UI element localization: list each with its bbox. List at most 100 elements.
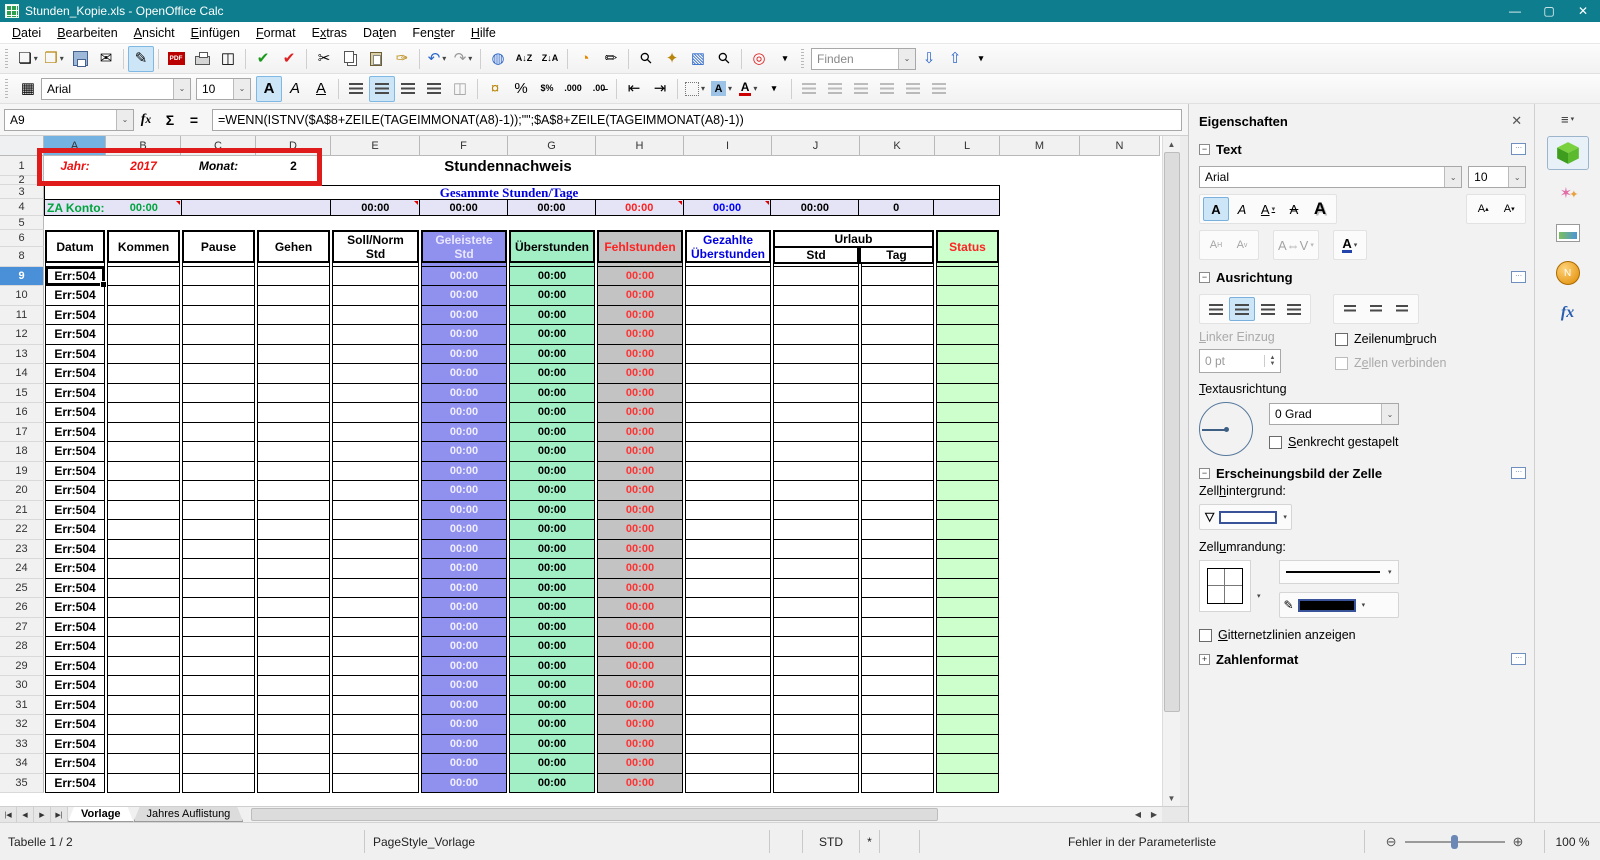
menu-fenster[interactable]: Fenster — [404, 24, 462, 42]
font-color-icon[interactable]: A ▾ — [735, 76, 761, 102]
cell-E14[interactable] — [331, 364, 420, 384]
cell-D28[interactable] — [256, 637, 331, 657]
cell-G25[interactable]: 00:00 — [508, 578, 596, 598]
cell-K24[interactable] — [860, 559, 935, 579]
cell-I18[interactable] — [684, 442, 772, 462]
sidebar-font-size-combo[interactable]: 10 ⌄ — [1468, 166, 1527, 188]
cell-F29[interactable]: 00:00 — [420, 656, 508, 676]
sidebar-shadow-button[interactable]: A — [1307, 197, 1333, 221]
cell-C22[interactable] — [181, 520, 256, 540]
cell-G28[interactable]: 00:00 — [508, 637, 596, 657]
cell-C34[interactable] — [181, 754, 256, 774]
cell-E34[interactable] — [331, 754, 420, 774]
cell-D19[interactable] — [256, 461, 331, 481]
print-icon[interactable] — [189, 46, 215, 72]
rotation-angle-combo[interactable]: 0 Grad ⌄ — [1269, 403, 1399, 425]
cell-C17[interactable] — [181, 422, 256, 442]
header-a[interactable]: Datum — [45, 230, 105, 263]
cell-I24[interactable] — [684, 559, 772, 579]
cell-G12[interactable]: 00:00 — [508, 325, 596, 345]
function-wizard-button[interactable]: fx — [134, 108, 158, 132]
cell-E22[interactable] — [331, 520, 420, 540]
chevron-down-icon[interactable]: ⌄ — [233, 78, 250, 99]
cell-J13[interactable] — [772, 344, 860, 364]
cell-H21[interactable]: 00:00 — [596, 500, 684, 520]
cell-H19[interactable]: 00:00 — [596, 461, 684, 481]
formula-input[interactable]: =WENN(ISTNV($A$8+ZEILE(TAGEIMMONAT(A8)-1… — [212, 108, 1182, 131]
collapse-icon[interactable]: − — [1199, 271, 1210, 283]
header-urlaub[interactable]: Urlaub Std Tag — [773, 230, 934, 264]
cell-I27[interactable] — [684, 617, 772, 637]
undo-icon[interactable]: ↶ ▾ — [424, 46, 450, 72]
cell-H16[interactable]: 00:00 — [596, 403, 684, 423]
cell-J18[interactable] — [772, 442, 860, 462]
cell-K26[interactable] — [860, 598, 935, 618]
cell-G21[interactable]: 00:00 — [508, 500, 596, 520]
cell-L15[interactable] — [935, 383, 1000, 403]
cell-F10[interactable]: 00:00 — [420, 286, 508, 306]
cell-I10[interactable] — [684, 286, 772, 306]
cell-L35[interactable] — [935, 773, 1000, 793]
scroll-left-icon[interactable]: ◀ — [1130, 807, 1146, 822]
row-header-6[interactable]: 6 — [0, 230, 44, 247]
column-header-H[interactable]: H — [596, 136, 684, 156]
cell-A22[interactable]: Err:504 — [44, 520, 106, 540]
menu-ansicht[interactable]: Ansicht — [126, 24, 183, 42]
cell-C25[interactable] — [181, 578, 256, 598]
cell-A35[interactable]: Err:504 — [44, 773, 106, 793]
row-header-25[interactable]: 25 — [0, 578, 44, 598]
cell-B12[interactable] — [106, 325, 181, 345]
cell-C21[interactable] — [181, 500, 256, 520]
auto-spellcheck-icon[interactable]: ✔ — [276, 46, 302, 72]
sheet-tab-jahres-auflistung[interactable]: Jahres Auflistung — [134, 807, 244, 822]
menu-extras[interactable]: Extras — [304, 24, 355, 42]
cell-G11[interactable]: 00:00 — [508, 305, 596, 325]
cell-J35[interactable] — [772, 773, 860, 793]
dropdown-arrow-icon[interactable]: ▾ — [753, 84, 757, 93]
cell-I28[interactable] — [684, 637, 772, 657]
dropdown-arrow-icon[interactable]: ▾ — [701, 84, 705, 93]
object-center-vertical-icon[interactable] — [900, 76, 926, 102]
sidebar-tab-gallery[interactable] — [1547, 216, 1589, 250]
header-c[interactable]: Pause — [182, 230, 255, 263]
cell-G33[interactable]: 00:00 — [508, 734, 596, 754]
chevron-down-icon[interactable]: ⌄ — [173, 78, 190, 99]
row-header-33[interactable]: 33 — [0, 734, 44, 754]
percent-format-icon[interactable]: % — [508, 76, 534, 102]
cell-F4[interactable]: 00:00 — [420, 200, 509, 215]
cell-B33[interactable] — [106, 734, 181, 754]
cell-H24[interactable]: 00:00 — [596, 559, 684, 579]
cell-B11[interactable] — [106, 305, 181, 325]
minimize-button[interactable]: — — [1498, 0, 1532, 22]
cell-A21[interactable]: Err:504 — [44, 500, 106, 520]
cell-D21[interactable] — [256, 500, 331, 520]
cell-D35[interactable] — [256, 773, 331, 793]
cell-E23[interactable] — [331, 539, 420, 559]
cell-A30[interactable]: Err:504 — [44, 676, 106, 696]
sidebar-italic-button[interactable]: A — [1229, 197, 1255, 221]
cell-C18[interactable] — [181, 442, 256, 462]
cell-H17[interactable]: 00:00 — [596, 422, 684, 442]
cell-J11[interactable] — [772, 305, 860, 325]
cell-K29[interactable] — [860, 656, 935, 676]
cell-L9[interactable] — [935, 266, 1000, 286]
menu-einfgen[interactable]: Einfügen — [183, 24, 248, 42]
header-h[interactable]: Fehlstunden — [597, 230, 683, 263]
cell-D14[interactable] — [256, 364, 331, 384]
cell-E20[interactable] — [331, 481, 420, 501]
cell-D16[interactable] — [256, 403, 331, 423]
cell-D29[interactable] — [256, 656, 331, 676]
cell-D32[interactable] — [256, 715, 331, 735]
cell-J19[interactable] — [772, 461, 860, 481]
row-header-34[interactable]: 34 — [0, 754, 44, 774]
cell-L34[interactable] — [935, 754, 1000, 774]
subscript-button[interactable]: Av — [1229, 233, 1255, 257]
row-header-29[interactable]: 29 — [0, 656, 44, 676]
cell-K21[interactable] — [860, 500, 935, 520]
cell-I15[interactable] — [684, 383, 772, 403]
cell-E31[interactable] — [331, 695, 420, 715]
cell-K23[interactable] — [860, 539, 935, 559]
object-align-right-icon[interactable] — [848, 76, 874, 102]
header-b[interactable]: Kommen — [107, 230, 180, 263]
cell-D24[interactable] — [256, 559, 331, 579]
